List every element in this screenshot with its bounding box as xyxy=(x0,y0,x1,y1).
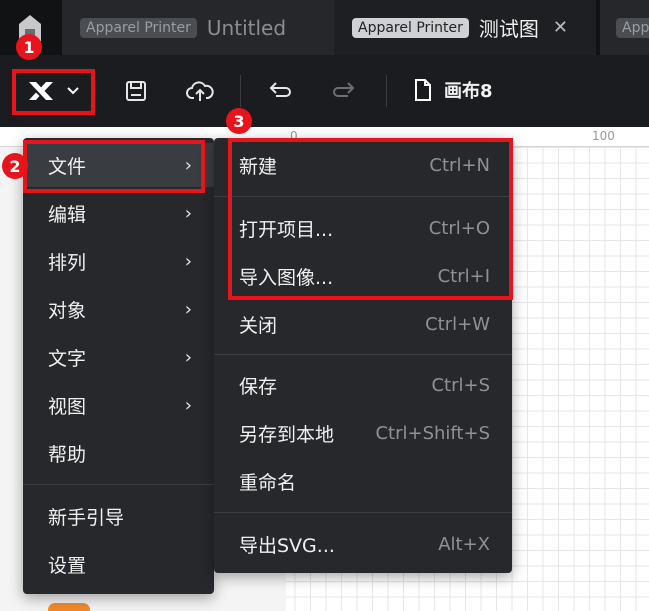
menu-item-label: 导出SVG... xyxy=(239,534,335,557)
menu-item-close[interactable]: 关闭 Ctrl+W xyxy=(214,302,512,346)
menu-item-edit[interactable]: 编辑 › xyxy=(23,191,214,235)
chevron-right-icon: › xyxy=(184,202,192,224)
save-icon xyxy=(126,81,146,101)
canvas-name: 画布8 xyxy=(444,81,493,102)
tab-badge: Apparel Printer xyxy=(352,17,469,38)
menu-item-arrange[interactable]: 排列 › xyxy=(23,239,214,283)
menu-separator xyxy=(214,354,512,355)
menu-item-label: 对象 xyxy=(48,299,87,322)
annotation-badge-3: 3 xyxy=(226,108,252,134)
cloud-upload-icon xyxy=(186,81,214,101)
toolbar-separator xyxy=(240,75,241,107)
menu-item-settings[interactable]: 设置 xyxy=(23,542,214,586)
menu-item-object[interactable]: 对象 › xyxy=(23,287,214,331)
tab-badge: Apparel Printer xyxy=(80,17,197,38)
undo-icon xyxy=(269,82,291,97)
menu-item-label: 帮助 xyxy=(48,443,87,466)
ruler-label: 100 xyxy=(592,129,615,143)
shortcut-label: Ctrl+Shift+S xyxy=(375,422,490,444)
close-icon[interactable]: ✕ xyxy=(553,17,568,38)
annotation-box-2 xyxy=(23,140,205,193)
menu-item-export-svg[interactable]: 导出SVG... Alt+X xyxy=(214,522,512,566)
menu-item-rename[interactable]: 重命名 xyxy=(214,459,512,503)
menu-item-label: 关闭 xyxy=(239,314,278,337)
redo-button[interactable] xyxy=(326,73,362,109)
menu-item-help[interactable]: 帮助 xyxy=(23,431,214,475)
save-button[interactable] xyxy=(118,73,154,109)
main-menu: 文件 › 编辑 › 排列 › 对象 › 文字 › 视图 › 帮助 新手引导 设置 xyxy=(23,138,214,594)
menu-item-view[interactable]: 视图 › xyxy=(23,383,214,427)
menu-item-label: 另存到本地 xyxy=(239,423,335,446)
toolbar-separator xyxy=(386,75,387,107)
menu-item-label: 视图 xyxy=(48,395,87,418)
menu-item-label: 保存 xyxy=(239,375,278,398)
shortcut-label: Ctrl+S xyxy=(431,374,490,396)
chevron-right-icon: › xyxy=(184,394,192,416)
chevron-right-icon: › xyxy=(184,250,192,272)
menu-item-save-local[interactable]: 另存到本地 Ctrl+Shift+S xyxy=(214,411,512,455)
menu-item-onboarding[interactable]: 新手引导 xyxy=(23,494,214,538)
menu-item-label: 新手引导 xyxy=(48,506,125,529)
tab-title: 测试图 xyxy=(478,17,539,41)
tab-partial[interactable]: Appa xyxy=(600,0,649,55)
menu-item-text[interactable]: 文字 › xyxy=(23,335,214,379)
annotation-badge-1: 1 xyxy=(16,34,42,60)
canvas-name-button[interactable]: 画布8 xyxy=(414,77,493,103)
cloud-upload-button[interactable] xyxy=(182,73,218,109)
document-icon xyxy=(415,79,431,101)
chevron-right-icon: › xyxy=(184,346,192,368)
menu-separator xyxy=(23,484,214,485)
redo-icon xyxy=(333,82,355,97)
tab-badge: Appa xyxy=(616,17,649,38)
annotation-box-3 xyxy=(228,138,513,300)
menu-item-label: 重命名 xyxy=(239,471,297,494)
tab-bar: Apparel Printer Untitled Apparel Printer… xyxy=(0,0,649,55)
tab-test-image[interactable]: Apparel Printer 测试图 ✕ xyxy=(334,0,596,55)
annotation-box-1 xyxy=(12,69,95,115)
annotation-badge-2: 2 xyxy=(2,153,28,179)
menu-item-save[interactable]: 保存 Ctrl+S xyxy=(214,363,512,407)
orange-tab[interactable] xyxy=(48,603,90,611)
toolbar: 画布8 xyxy=(0,55,649,127)
tab-title: Untitled xyxy=(206,15,287,40)
menu-item-label: 设置 xyxy=(48,554,87,577)
menu-item-label: 编辑 xyxy=(48,203,87,226)
shortcut-label: Alt+X xyxy=(438,533,490,555)
tab-untitled[interactable]: Apparel Printer Untitled xyxy=(62,0,342,55)
shortcut-label: Ctrl+W xyxy=(425,313,490,335)
menu-separator xyxy=(214,512,512,513)
chevron-right-icon: › xyxy=(184,298,192,320)
undo-button[interactable] xyxy=(262,73,298,109)
menu-item-label: 排列 xyxy=(48,251,87,274)
menu-item-label: 文字 xyxy=(48,347,87,370)
